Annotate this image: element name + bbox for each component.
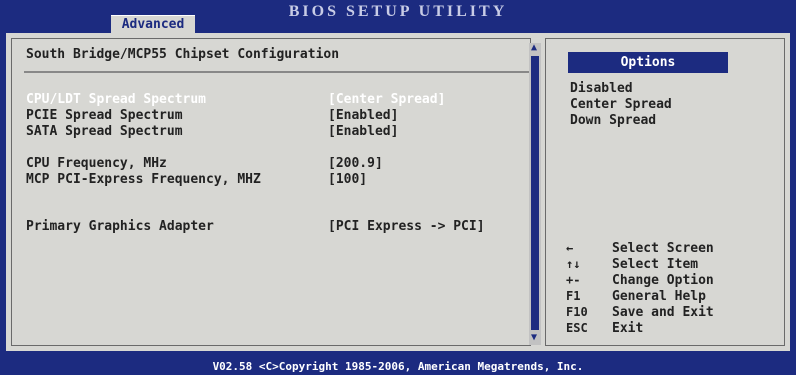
help-general-help: General Help (612, 289, 706, 304)
option-center-spread[interactable]: Center Spread (570, 97, 672, 112)
help-key-f10: F10 (566, 305, 588, 319)
setting-label: CPU Frequency, MHz (26, 156, 167, 171)
title-bar: BIOS SETUP UTILITY Advanced (0, 0, 796, 34)
setting-value: [200.9] (328, 156, 383, 171)
setting-value: [100] (328, 172, 368, 187)
help-change-option: Change Option (612, 273, 714, 288)
help-save-and-exit: Save and Exit (612, 305, 714, 320)
setting-label: Primary Graphics Adapter (26, 219, 214, 234)
setting-label: SATA Spread Spectrum (26, 124, 183, 139)
settings-panel: South Bridge/MCP55 Chipset Configuration… (11, 38, 531, 346)
help-exit: Exit (612, 321, 644, 336)
scroll-down-arrow-icon[interactable]: ▼ (531, 333, 537, 343)
divider (24, 71, 530, 73)
option-disabled[interactable]: Disabled (570, 81, 633, 96)
setting-value: [PCI Express -> PCI] (328, 219, 485, 234)
setting-value: [Center Spread] (328, 92, 446, 107)
setting-label: MCP PCI-Express Frequency, MHZ (26, 172, 261, 187)
help-select-item: Select Item (612, 257, 699, 272)
scrollbar-thumb[interactable] (531, 56, 539, 330)
tab-advanced[interactable]: Advanced (111, 15, 195, 34)
help-key-esc: ESC (566, 321, 588, 335)
options-header: Options (568, 52, 728, 73)
setting-label: CPU/LDT Spread Spectrum (26, 92, 207, 107)
setting-label: PCIE Spread Spectrum (26, 108, 183, 123)
setting-value: [Enabled] (328, 124, 399, 139)
main-panel: South Bridge/MCP55 Chipset Configuration… (6, 33, 790, 351)
help-key-f1: F1 (566, 289, 581, 303)
left-arrow-key-icon: ← (566, 241, 574, 255)
setting-value: [Enabled] (328, 108, 399, 123)
up-down-arrow-key-icon: ↑↓ (566, 257, 581, 271)
help-select-screen: Select Screen (612, 241, 714, 256)
scroll-up-arrow-icon[interactable]: ▲ (531, 43, 537, 53)
copyright-footer: V02.58 <C>Copyright 1985-2006, American … (212, 360, 584, 373)
help-key-plus-minus: +- (566, 273, 581, 287)
option-down-spread[interactable]: Down Spread (570, 113, 656, 128)
scrollbar[interactable]: ▲ ▼ (529, 43, 541, 345)
panel-heading: South Bridge/MCP55 Chipset Configuration (26, 47, 340, 62)
